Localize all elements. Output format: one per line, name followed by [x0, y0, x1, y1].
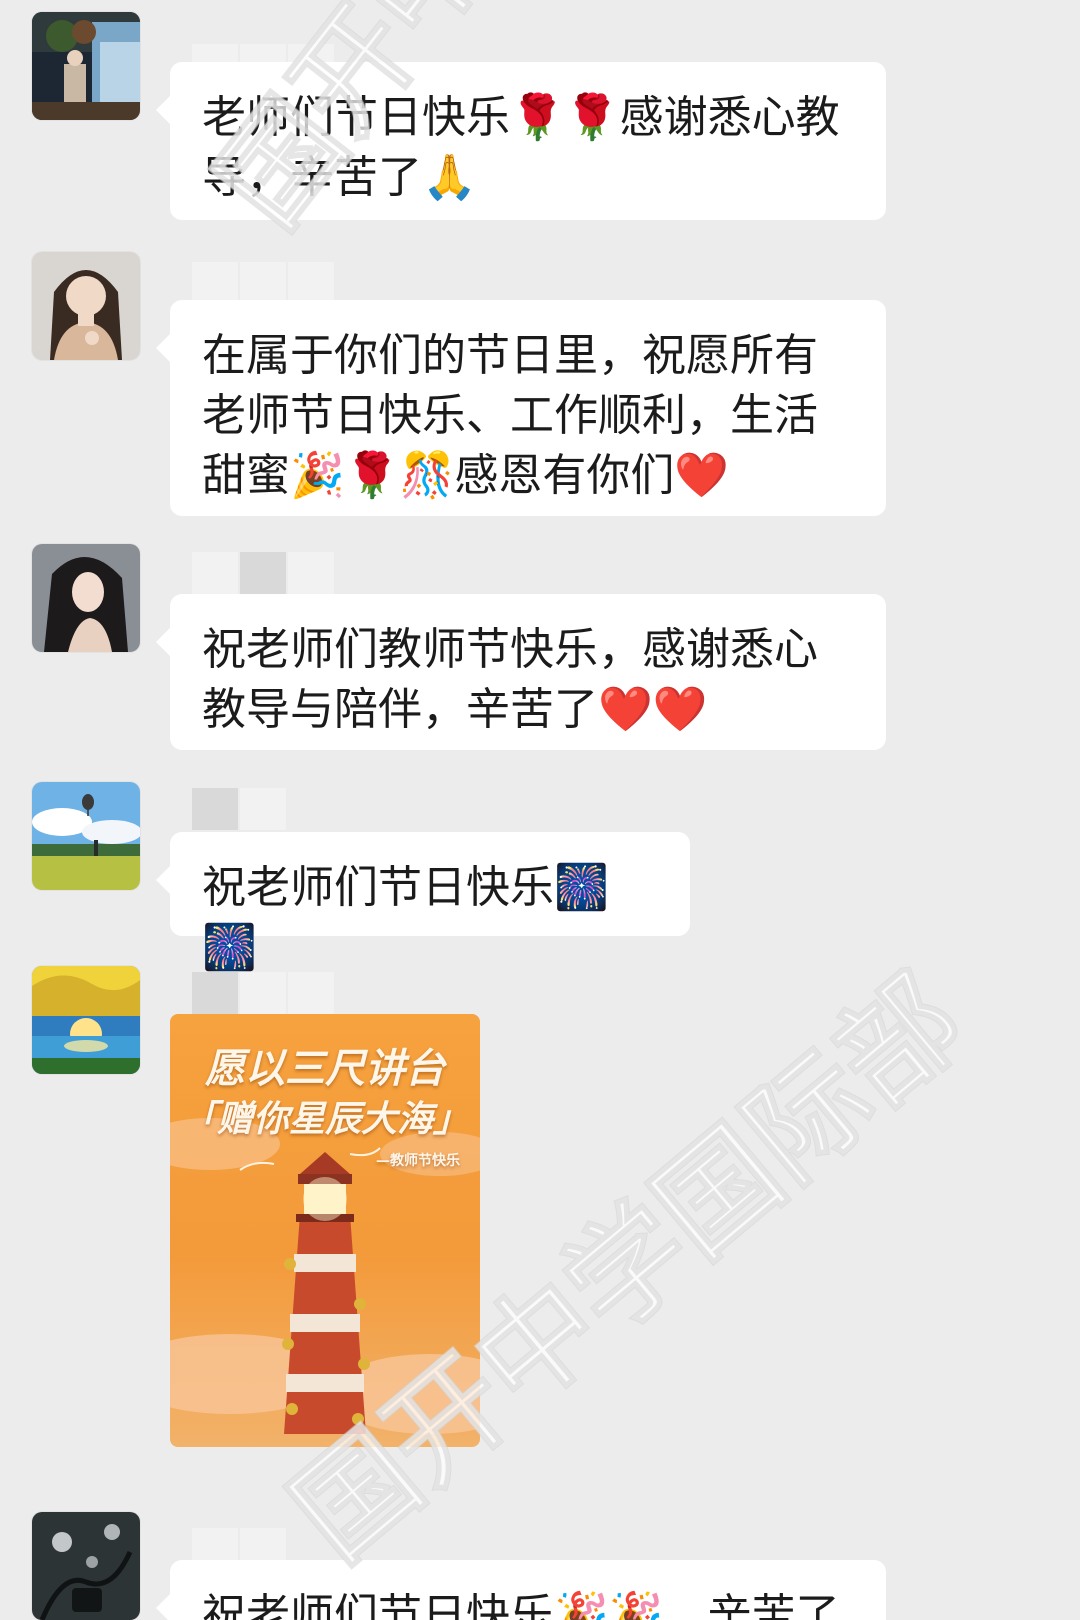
avatar[interactable]	[32, 544, 140, 652]
poster-line-2: 「赠你星辰大海」	[180, 1098, 469, 1140]
sender-name-redacted	[192, 262, 334, 304]
avatar[interactable]	[32, 782, 140, 890]
message-bubble[interactable]: 祝老师们节日快乐🎉🎉，辛苦了	[156, 1560, 886, 1620]
message-bubble[interactable]: 在属于你们的节日里，祝愿所有老师节日快乐、工作顺利，生活甜蜜🎉🌹🎊感恩有你们❤️	[156, 300, 886, 516]
avatar[interactable]	[32, 252, 140, 360]
avatar[interactable]	[32, 1512, 140, 1620]
poster-line-1: 愿以三尺讲台	[205, 1045, 445, 1092]
image-message-poster[interactable]: 愿以三尺讲台 「赠你星辰大海」 —教师节快乐	[170, 1014, 480, 1447]
sender-name-redacted	[192, 788, 286, 830]
avatar[interactable]	[32, 966, 140, 1074]
message-text: 老师们节日快乐🌹🌹感谢悉心教导，辛苦了🙏	[202, 92, 840, 203]
sender-name-redacted	[192, 972, 334, 1014]
message-text: 祝老师们节日快乐🎆🎆	[202, 862, 609, 973]
poster-small-text: —教师节快乐	[376, 1153, 460, 1169]
message-bubble[interactable]: 老师们节日快乐🌹🌹感谢悉心教导，辛苦了🙏	[156, 62, 886, 220]
message-bubble[interactable]: 祝老师们节日快乐🎆🎆	[156, 832, 690, 973]
sender-name-redacted	[192, 552, 334, 594]
chat-screen: 老师们节日快乐🌹🌹感谢悉心教导，辛苦了🙏 在属于你们的节日里，祝愿所有老师节日快…	[0, 0, 1080, 1620]
message-text: 祝老师们教师节快乐，感谢悉心教导与陪伴，辛苦了❤️❤️	[202, 624, 818, 735]
message-text: 在属于你们的节日里，祝愿所有老师节日快乐、工作顺利，生活甜蜜🎉🌹🎊感恩有你们❤️	[202, 330, 818, 501]
message-bubble[interactable]: 祝老师们教师节快乐，感谢悉心教导与陪伴，辛苦了❤️❤️	[156, 594, 886, 750]
avatar[interactable]	[32, 12, 140, 120]
message-text: 祝老师们节日快乐🎉🎉，辛苦了	[202, 1590, 840, 1620]
